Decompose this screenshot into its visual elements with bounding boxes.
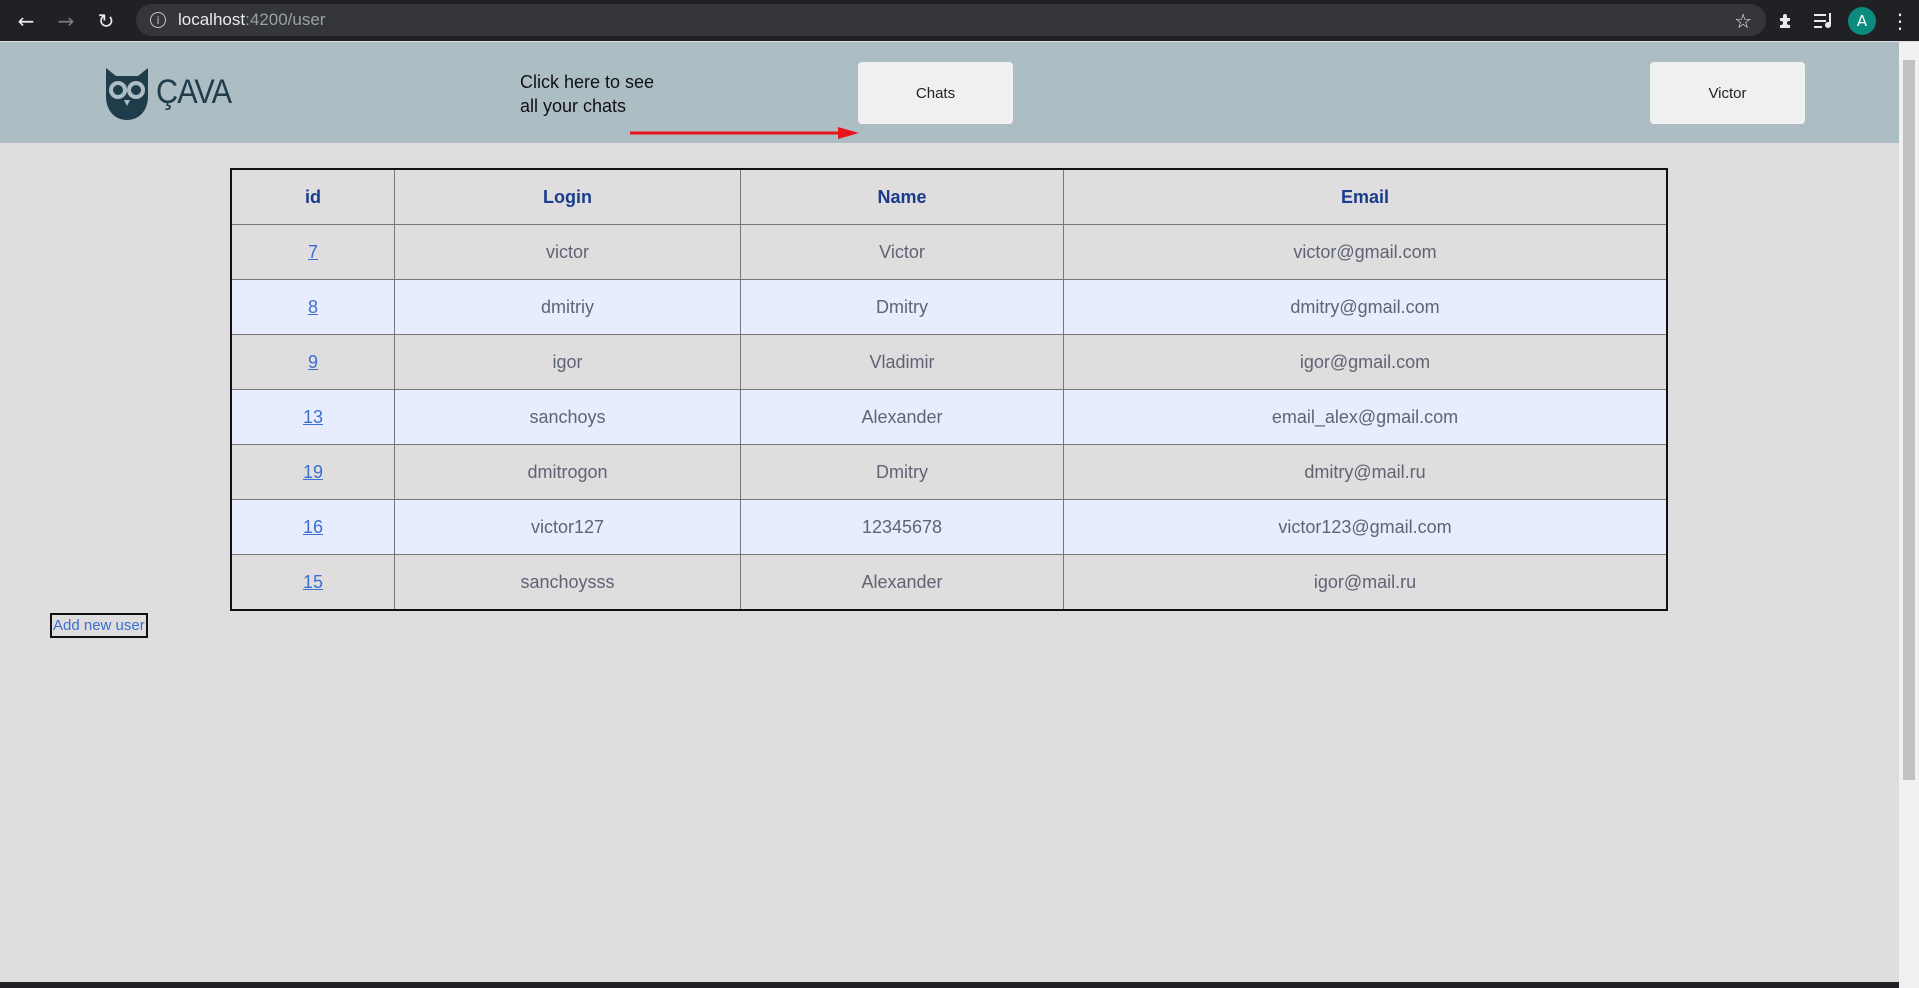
add-new-user-button[interactable]: Add new user: [50, 613, 148, 638]
login-cell: sanchoysss: [394, 554, 741, 611]
arrow-icon: [630, 127, 859, 139]
menu-icon[interactable]: ⋮: [1881, 2, 1919, 40]
email-cell: dmitry@gmail.com: [1063, 279, 1668, 335]
name-cell: Dmitry: [740, 279, 1064, 335]
id-cell: 8: [230, 279, 395, 335]
address-bar[interactable]: i localhost:4200/user ☆: [136, 4, 1766, 36]
id-cell: 15: [230, 554, 395, 611]
user-profile-button[interactable]: Victor: [1650, 62, 1805, 124]
reload-icon[interactable]: ↻: [86, 1, 126, 41]
table-row: 16 victor127 12345678 victor123@gmail.co…: [230, 499, 1668, 555]
column-header-email: Email: [1063, 168, 1668, 225]
table-row: 9 igor Vladimir igor@gmail.com: [230, 334, 1668, 390]
chats-button[interactable]: Chats: [858, 62, 1013, 124]
table-row: 15 sanchoysss Alexander igor@mail.ru: [230, 554, 1668, 611]
id-cell: 16: [230, 499, 395, 555]
scrollbar-thumb[interactable]: [1903, 60, 1915, 780]
email-cell: dmitry@mail.ru: [1063, 444, 1668, 500]
avatar: A: [1848, 6, 1876, 35]
logo[interactable]: ÇAVA: [100, 62, 240, 122]
user-id-link[interactable]: 19: [303, 462, 323, 482]
user-id-link[interactable]: 9: [308, 352, 318, 372]
column-header-name: Name: [740, 168, 1064, 225]
user-id-link[interactable]: 13: [303, 407, 323, 427]
user-id-link[interactable]: 7: [308, 242, 318, 262]
column-header-id: id: [230, 168, 395, 225]
url-host: localhost: [178, 10, 246, 29]
login-cell: victor127: [394, 499, 741, 555]
id-cell: 13: [230, 389, 395, 445]
id-cell: 7: [230, 224, 395, 280]
user-id-link[interactable]: 15: [303, 572, 323, 592]
table-row: 7 victor Victor victor@gmail.com: [230, 224, 1668, 280]
table-row: 8 dmitriy Dmitry dmitry@gmail.com: [230, 279, 1668, 335]
info-icon[interactable]: i: [150, 12, 166, 28]
star-icon[interactable]: ☆: [1734, 9, 1752, 33]
extensions-icon[interactable]: [1767, 2, 1805, 40]
id-cell: 9: [230, 334, 395, 390]
name-cell: Victor: [740, 224, 1064, 280]
email-cell: email_alex@gmail.com: [1063, 389, 1668, 445]
login-cell: igor: [394, 334, 741, 390]
login-cell: dmitriy: [394, 279, 741, 335]
hint-line-2: all your chats: [520, 96, 627, 116]
email-cell: igor@mail.ru: [1063, 554, 1668, 611]
column-header-login: Login: [394, 168, 741, 225]
name-cell: Alexander: [740, 554, 1064, 611]
email-cell: victor@gmail.com: [1063, 224, 1668, 280]
user-id-link[interactable]: 16: [303, 517, 323, 537]
horizontal-scrollbar[interactable]: [0, 982, 1899, 988]
chats-hint: Click here to see all your chats: [520, 70, 654, 118]
user-id-link[interactable]: 8: [308, 297, 318, 317]
table-row: 13 sanchoys Alexander email_alex@gmail.c…: [230, 389, 1668, 445]
name-cell: Dmitry: [740, 444, 1064, 500]
reading-list-icon[interactable]: [1805, 2, 1843, 40]
login-cell: dmitrogon: [394, 444, 741, 500]
forward-icon[interactable]: →: [46, 1, 86, 41]
logo-text: ÇAVA: [156, 72, 232, 111]
profile-button[interactable]: A: [1843, 2, 1881, 40]
email-cell: igor@gmail.com: [1063, 334, 1668, 390]
table-row: 19 dmitrogon Dmitry dmitry@mail.ru: [230, 444, 1668, 500]
browser-toolbar: ← → ↻ i localhost:4200/user ☆ A ⋮: [0, 0, 1919, 41]
url-path: :4200/user: [245, 10, 326, 29]
app-header: ÇAVA Click here to see all your chats Ch…: [0, 42, 1899, 143]
id-cell: 19: [230, 444, 395, 500]
back-icon[interactable]: ←: [6, 1, 46, 41]
owl-logo-icon: [106, 68, 148, 120]
users-table: id Login Name Email 7 victor Victor vict…: [230, 168, 1668, 611]
table-header-row: id Login Name Email: [230, 168, 1668, 225]
login-cell: victor: [394, 224, 741, 280]
name-cell: Alexander: [740, 389, 1064, 445]
name-cell: 12345678: [740, 499, 1064, 555]
name-cell: Vladimir: [740, 334, 1064, 390]
hint-line-1: Click here to see: [520, 72, 655, 92]
login-cell: sanchoys: [394, 389, 741, 445]
email-cell: victor123@gmail.com: [1063, 499, 1668, 555]
